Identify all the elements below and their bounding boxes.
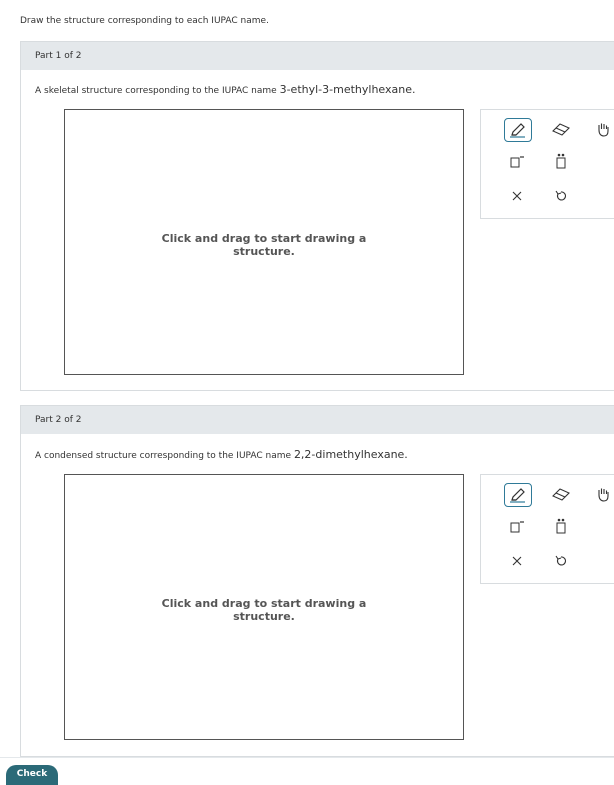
- part-2-canvas-message: Click and drag to start drawing a struct…: [65, 597, 463, 623]
- bottom-divider: [0, 757, 614, 758]
- part-2-lone-pair-button[interactable]: [548, 515, 574, 537]
- part-1-hand-button[interactable]: [590, 118, 614, 140]
- instruction-text: Draw the structure corresponding to each…: [20, 16, 269, 26]
- pencil-icon: [510, 488, 525, 503]
- undo-icon: [555, 555, 567, 566]
- part-2-charge-button[interactable]: [504, 515, 530, 537]
- clear-icon: [512, 191, 522, 201]
- part-2-undo-button[interactable]: [548, 550, 574, 572]
- check-button[interactable]: Check: [6, 765, 58, 785]
- part-1-prompt-text: A skeletal structure corresponding to th…: [35, 86, 277, 96]
- part-1-clear-button[interactable]: [504, 185, 530, 207]
- part-2-eraser-button[interactable]: [548, 483, 574, 505]
- part-1-charge-button[interactable]: [504, 150, 530, 172]
- part-1-lone-pair-button[interactable]: [548, 150, 574, 172]
- part-1-undo-button[interactable]: [548, 185, 574, 207]
- part-2-iupac-name: 2,2-dimethylhexane.: [293, 448, 408, 461]
- part-1-prompt: A skeletal structure corresponding to th…: [35, 83, 415, 96]
- part-1-panel: Part 1 of 2 A skeletal structure corresp…: [20, 41, 614, 391]
- part-2-toolbar: [480, 474, 614, 584]
- part-1-canvas-message-line1: Click and drag to start drawing a: [161, 232, 367, 245]
- part-1-pencil-button[interactable]: [504, 118, 532, 142]
- part-2-drawing-canvas[interactable]: Click and drag to start drawing a struct…: [64, 474, 464, 740]
- part-2-hand-button[interactable]: [590, 483, 614, 505]
- hand-icon: [598, 123, 609, 137]
- lone-pair-icon: [556, 518, 566, 534]
- part-2-panel: Part 2 of 2 A condensed structure corres…: [20, 405, 614, 757]
- part-2-prompt-text: A condensed structure corresponding to t…: [35, 451, 292, 461]
- undo-icon: [555, 190, 567, 201]
- part-1-eraser-button[interactable]: [548, 118, 574, 140]
- part-2-prompt: A condensed structure corresponding to t…: [35, 448, 408, 461]
- eraser-icon: [552, 488, 570, 501]
- part-1-iupac-name: 3-ethyl-3-methylhexane.: [279, 83, 416, 96]
- hand-icon: [598, 488, 609, 502]
- part-1-canvas-message-line2: structure.: [233, 245, 295, 258]
- eraser-icon: [552, 123, 570, 136]
- part-2-pencil-button[interactable]: [504, 483, 532, 507]
- part-1-canvas-message: Click and drag to start drawing a struct…: [65, 232, 463, 258]
- part-2-canvas-message-line1: Click and drag to start drawing a: [161, 597, 367, 610]
- part-1-toolbar: [480, 109, 614, 219]
- part-2-canvas-message-line2: structure.: [233, 610, 295, 623]
- part-1-header: Part 1 of 2: [21, 42, 614, 70]
- pencil-icon: [510, 123, 525, 138]
- charge-icon: [510, 156, 524, 168]
- part-2-clear-button[interactable]: [504, 550, 530, 572]
- part-1-drawing-canvas[interactable]: Click and drag to start drawing a struct…: [64, 109, 464, 375]
- lone-pair-icon: [556, 153, 566, 169]
- charge-icon: [510, 521, 524, 533]
- part-2-header: Part 2 of 2: [21, 406, 614, 434]
- clear-icon: [512, 556, 522, 566]
